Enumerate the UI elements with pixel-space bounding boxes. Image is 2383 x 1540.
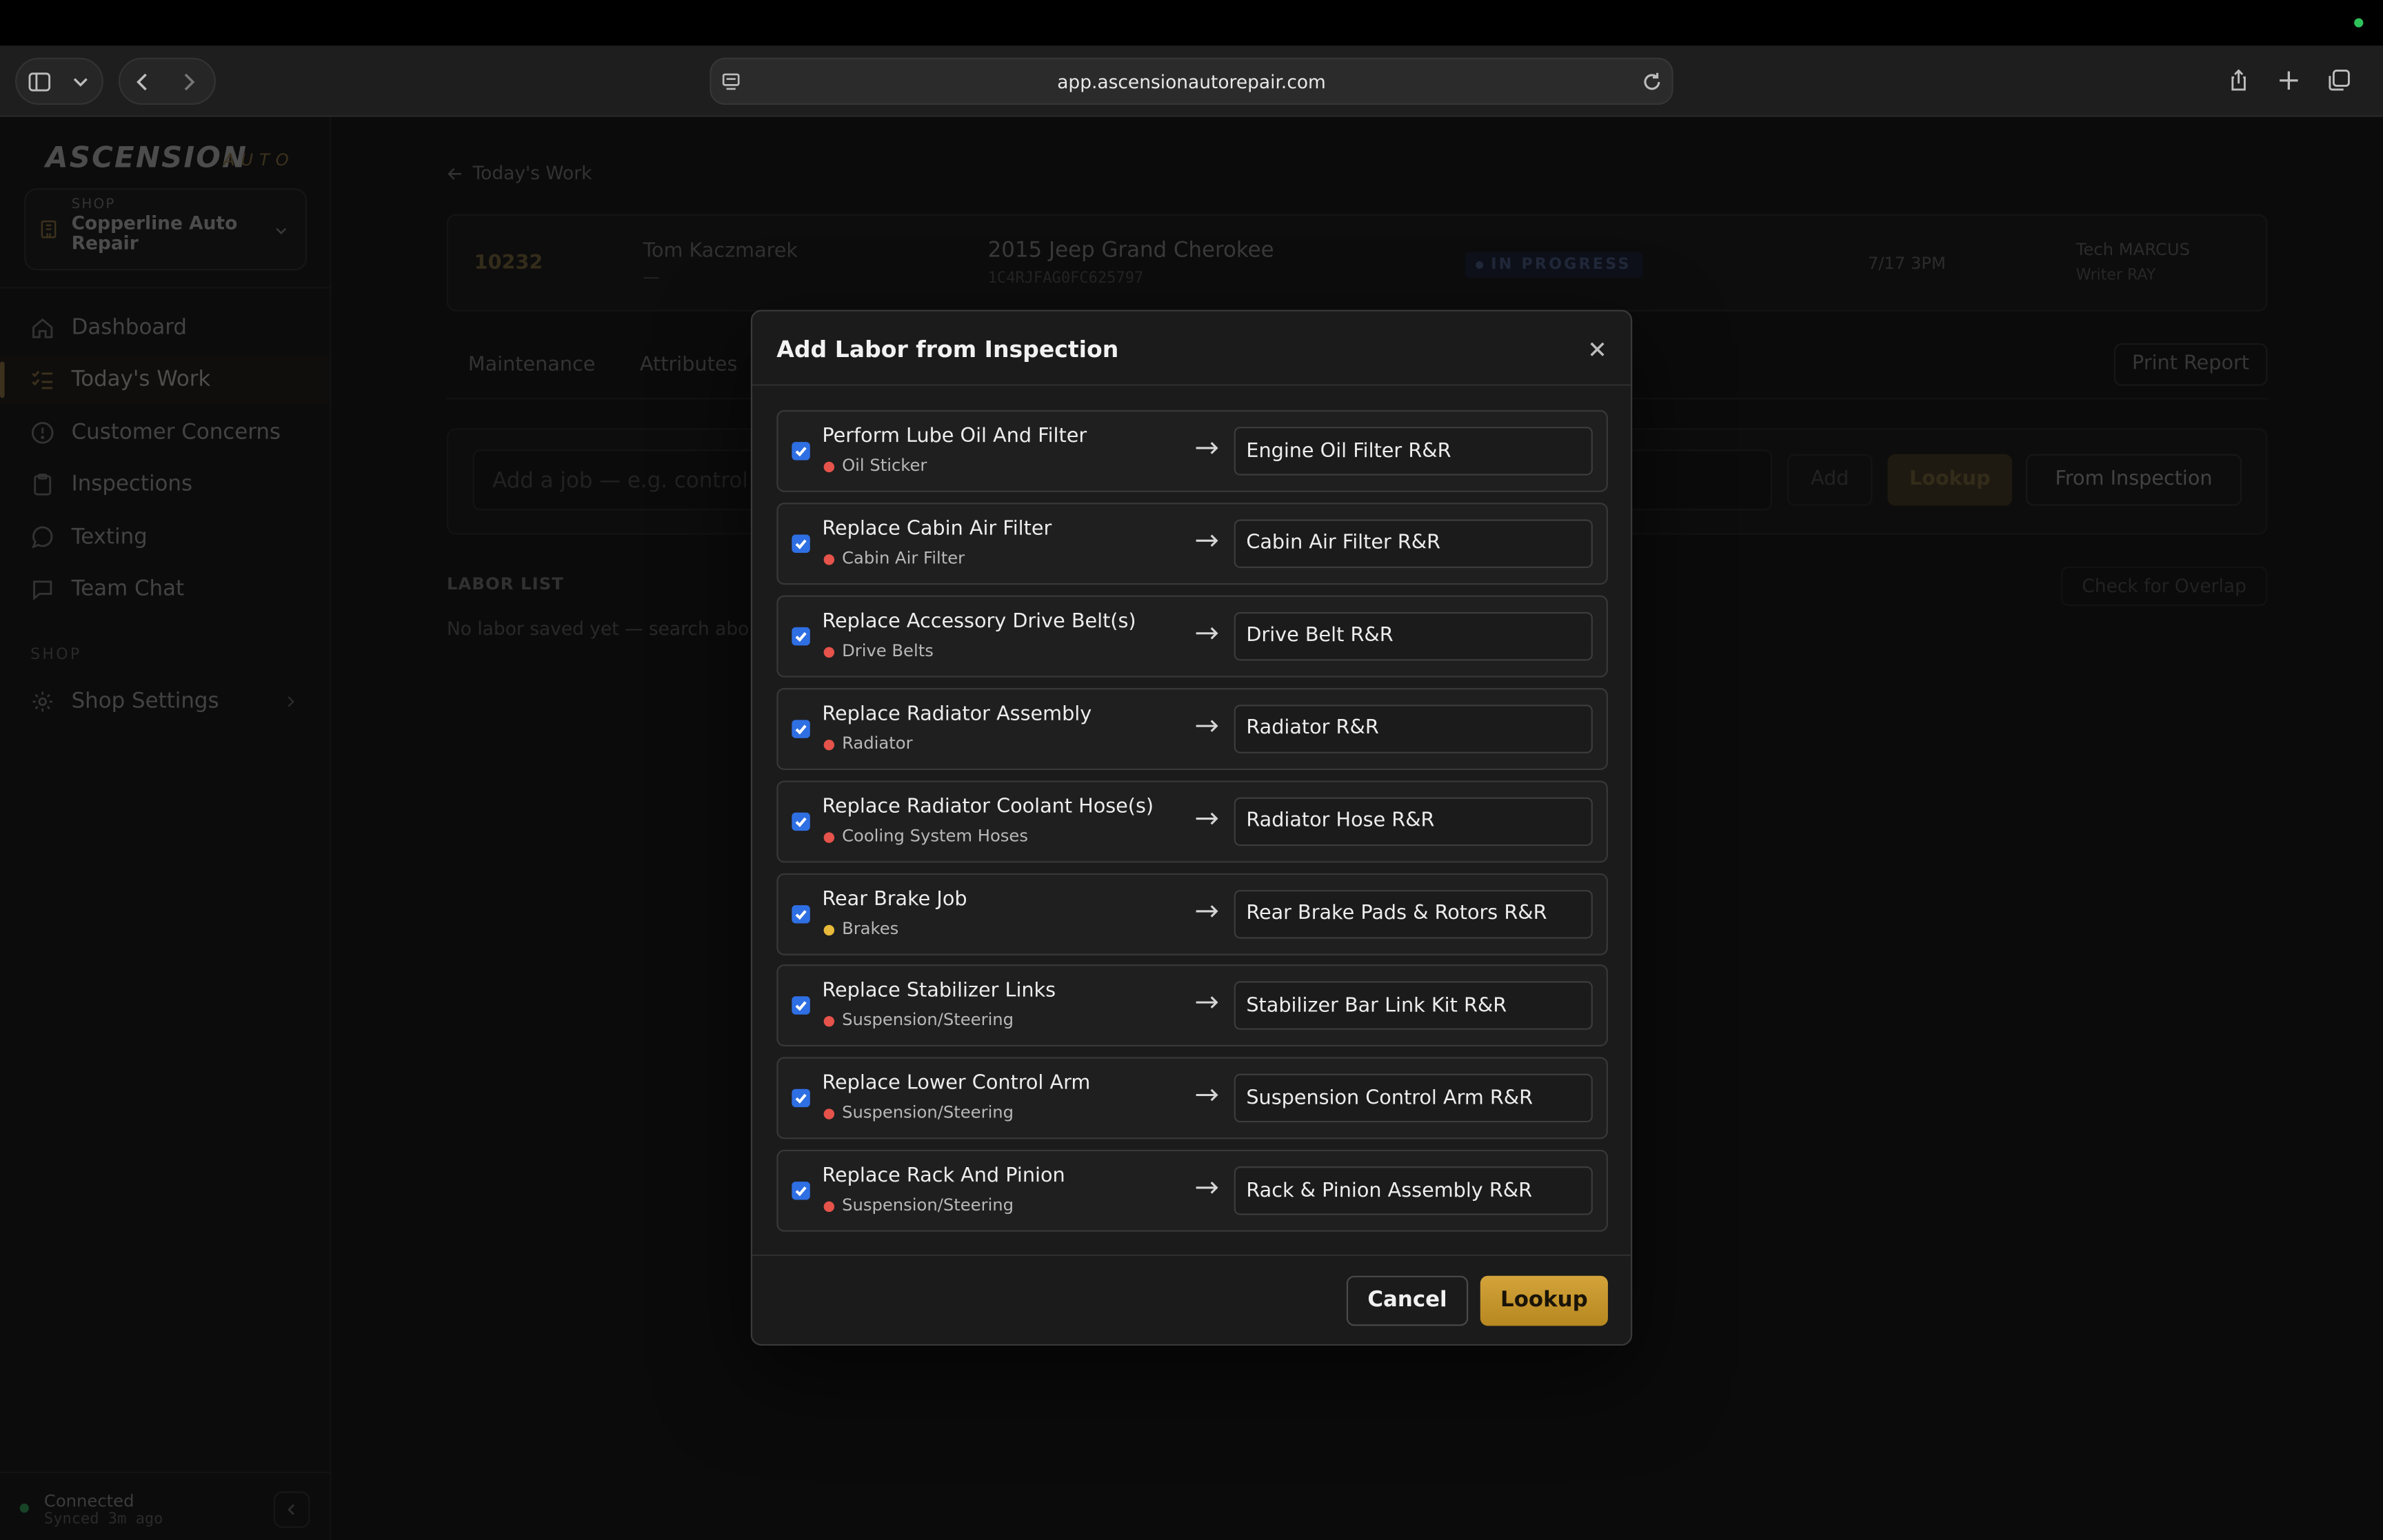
row-checkbox[interactable] xyxy=(792,719,810,738)
inspection-category: Brakes xyxy=(842,918,899,938)
arrow-right-icon xyxy=(1196,534,1218,547)
inspection-category: Suspension/Steering xyxy=(842,1195,1014,1215)
labor-mapping-row: Rear Brake Job Brakes xyxy=(776,872,1608,955)
labor-mapping-row: Perform Lube Oil And Filter Oil Sticker xyxy=(776,409,1608,492)
inspection-item-name: Replace Radiator Coolant Hose(s) xyxy=(822,795,1154,818)
address-bar[interactable]: app.ascensionautorepair.com xyxy=(710,57,1673,105)
row-checkbox[interactable] xyxy=(792,442,810,460)
arrow-right-icon xyxy=(1196,627,1218,640)
arrow-right-icon xyxy=(1196,719,1218,732)
check-icon xyxy=(795,539,807,549)
arrow-right-icon xyxy=(1196,442,1218,454)
labor-operation-input[interactable] xyxy=(1234,796,1593,846)
labor-operation-input[interactable] xyxy=(1234,1074,1593,1123)
inspection-item-name: Replace Stabilizer Links xyxy=(822,980,1056,1003)
inspection-category: Cooling System Hoses xyxy=(842,825,1028,846)
check-icon xyxy=(795,1094,807,1104)
toolbar-right xyxy=(2216,58,2362,105)
sidebar-toggle-icon[interactable] xyxy=(17,59,62,103)
labor-operation-input[interactable] xyxy=(1234,982,1593,1031)
divider xyxy=(752,1254,1631,1257)
severity-dot xyxy=(823,461,835,473)
inspection-category: Suspension/Steering xyxy=(842,1010,1014,1031)
labor-mapping-row: Replace Rack And Pinion Suspension/Steeri… xyxy=(776,1150,1608,1233)
check-icon xyxy=(795,631,807,642)
labor-mapping-row: Replace Lower Control Arm Suspension/Stee… xyxy=(776,1057,1608,1140)
modal-title: Add Labor from Inspection xyxy=(776,335,1119,363)
severity-dot xyxy=(823,647,835,658)
row-checkbox[interactable] xyxy=(792,811,810,831)
arrow-right-icon xyxy=(1196,904,1218,917)
check-icon xyxy=(795,1186,807,1197)
inspection-item-name: Replace Radiator Assembly xyxy=(822,702,1092,726)
severity-dot xyxy=(823,739,835,750)
inspection-category: Radiator xyxy=(842,733,913,753)
labor-mapping-row: Replace Stabilizer Links Suspension/Steer… xyxy=(776,964,1608,1047)
labor-operation-input[interactable] xyxy=(1234,1166,1593,1215)
severity-dot xyxy=(823,924,835,935)
severity-dot xyxy=(823,1202,835,1213)
inspection-category: Cabin Air Filter xyxy=(842,548,965,568)
row-checkbox[interactable] xyxy=(792,534,810,553)
inspection-item-name: Replace Accessory Drive Belt(s) xyxy=(822,610,1136,634)
url-text: app.ascensionautorepair.com xyxy=(1057,71,1326,93)
forward-arrow-icon[interactable] xyxy=(165,59,211,103)
check-icon xyxy=(795,816,807,827)
divider xyxy=(752,384,1631,386)
inspection-item-name: Replace Cabin Air Filter xyxy=(822,518,1052,541)
severity-dot xyxy=(823,831,835,842)
labor-operation-input[interactable] xyxy=(1234,611,1593,660)
inspection-item-name: Replace Rack And Pinion xyxy=(822,1165,1065,1188)
check-icon xyxy=(795,1002,807,1012)
row-checkbox[interactable] xyxy=(792,904,810,923)
inspection-category: Suspension/Steering xyxy=(842,1103,1014,1123)
row-checkbox[interactable] xyxy=(792,1182,810,1200)
check-icon xyxy=(795,447,807,457)
inspection-category: Oil Sticker xyxy=(842,455,927,476)
os-menu-bar xyxy=(0,0,2383,46)
labor-mapping-row: Replace Radiator Coolant Hose(s) Cooling … xyxy=(776,780,1608,862)
share-icon[interactable] xyxy=(2216,58,2262,102)
status-dot xyxy=(2354,18,2364,28)
labor-mapping-row: Replace Radiator Assembly Radiator xyxy=(776,687,1608,770)
new-tab-icon[interactable] xyxy=(2266,58,2311,102)
browser-toolbar: app.ascensionautorepair.com xyxy=(0,45,2383,117)
row-checkbox[interactable] xyxy=(792,997,810,1015)
sidebar-toggle-group xyxy=(15,57,103,105)
severity-dot xyxy=(823,1108,835,1120)
row-checkbox[interactable] xyxy=(792,1089,810,1108)
severity-dot xyxy=(823,1016,835,1028)
arrow-right-icon xyxy=(1196,811,1218,824)
tab-overview-icon[interactable] xyxy=(2316,58,2362,102)
back-arrow-icon[interactable] xyxy=(120,59,165,103)
chevron-down-icon[interactable] xyxy=(62,59,99,103)
labor-mapping-row: Replace Cabin Air Filter Cabin Air Filter xyxy=(776,503,1608,585)
labor-mapping-row: Replace Accessory Drive Belt(s) Drive Bel… xyxy=(776,595,1608,678)
labor-operation-input[interactable] xyxy=(1234,519,1593,568)
labor-operation-input[interactable] xyxy=(1234,427,1593,476)
check-icon xyxy=(795,724,807,734)
labor-operation-input[interactable] xyxy=(1234,704,1593,753)
inspection-item-name: Replace Lower Control Arm xyxy=(822,1073,1091,1096)
add-labor-modal: Add Labor from Inspection Perform Lube O… xyxy=(750,310,1633,1346)
cancel-button[interactable]: Cancel xyxy=(1346,1275,1469,1326)
inspection-category: Drive Belts xyxy=(842,640,934,660)
close-icon[interactable] xyxy=(1585,337,1609,361)
reload-icon[interactable] xyxy=(1640,70,1664,94)
inspection-item-name: Rear Brake Job xyxy=(822,887,967,911)
check-icon xyxy=(795,909,807,920)
nav-buttons-group xyxy=(118,57,216,105)
severity-dot xyxy=(823,554,835,565)
arrow-right-icon xyxy=(1196,1089,1218,1102)
lookup-button[interactable]: Lookup xyxy=(1480,1275,1608,1326)
arrow-right-icon xyxy=(1196,1182,1218,1195)
inspection-item-name: Perform Lube Oil And Filter xyxy=(822,425,1087,448)
arrow-right-icon xyxy=(1196,997,1218,1009)
row-checkbox[interactable] xyxy=(792,627,810,645)
labor-operation-input[interactable] xyxy=(1234,889,1593,938)
